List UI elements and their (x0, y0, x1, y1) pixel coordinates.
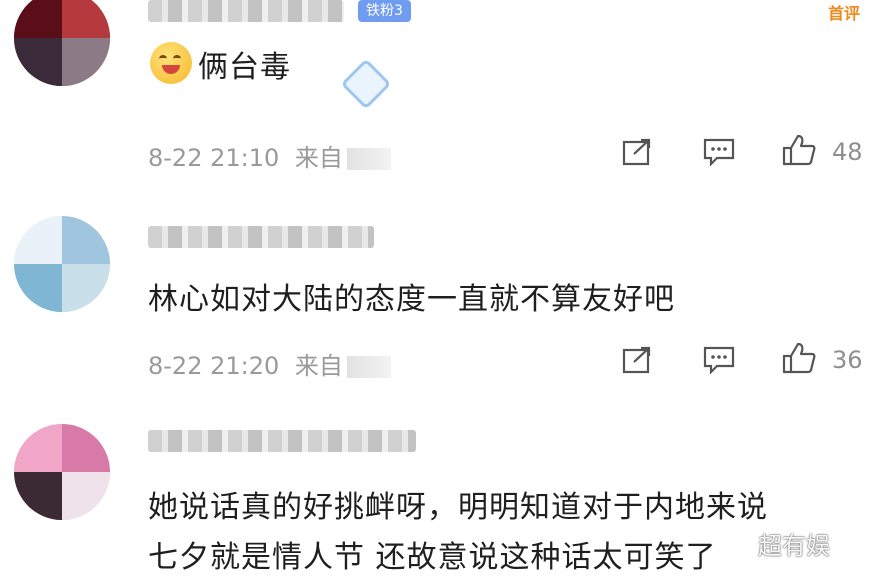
comment-text: 林心如对大陆的态度一直就不算友好吧 (148, 282, 675, 317)
username-blurred[interactable] (148, 0, 344, 22)
diamond-sticker-icon (340, 58, 392, 110)
timestamp: 8-22 21:10 (148, 144, 280, 172)
laughing-emoji-icon (150, 42, 192, 84)
comment-text: 俩台毒 (198, 50, 291, 85)
avatar[interactable] (14, 424, 110, 520)
fan-badge: 铁粉3 (358, 0, 411, 22)
comment-text-line2: 七夕就是情人节 还故意说这种话太可笑了 (148, 540, 717, 575)
username-blurred[interactable] (148, 226, 374, 248)
comment-text-line1: 她说话真的好挑衅呀，明明知道对于内地来说 (148, 490, 768, 525)
comment-meta: 8-22 21:20 来自 (148, 346, 391, 381)
source-label: 来自 (294, 144, 343, 172)
like-icon[interactable] (782, 134, 816, 166)
like-icon[interactable] (782, 342, 816, 374)
watermark: 超有娱 (758, 532, 830, 560)
avatar[interactable] (14, 216, 110, 312)
username-blurred[interactable] (148, 430, 416, 452)
like-count: 48 (832, 138, 863, 166)
comment-icon[interactable] (703, 138, 735, 166)
source-blurred (346, 356, 391, 378)
avatar[interactable] (14, 0, 110, 86)
source-blurred (346, 148, 391, 170)
top-comment-label: 首评 (827, 4, 860, 23)
share-icon[interactable] (622, 346, 652, 374)
share-icon[interactable] (622, 138, 652, 166)
comment-icon[interactable] (703, 346, 735, 374)
timestamp: 8-22 21:20 (148, 352, 280, 380)
like-count: 36 (832, 346, 863, 374)
source-label: 来自 (294, 352, 343, 380)
comment-meta: 8-22 21:10 来自 (148, 138, 391, 173)
